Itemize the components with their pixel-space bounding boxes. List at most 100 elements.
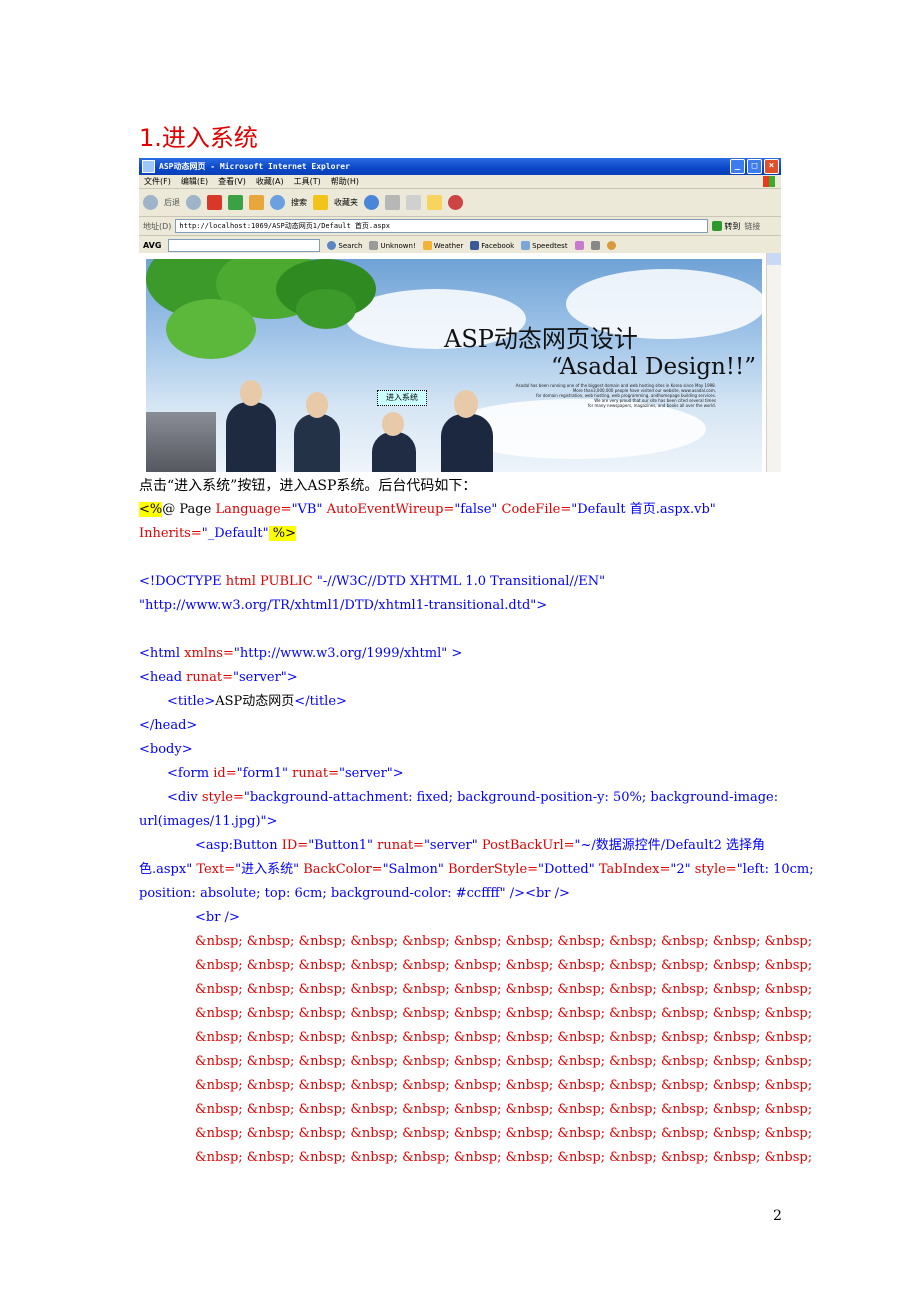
- avg-unknown-item[interactable]: Unknown!: [369, 241, 416, 250]
- avg-facebook-item[interactable]: Facebook: [470, 241, 514, 250]
- edit-icon[interactable]: [406, 195, 421, 210]
- links-label[interactable]: 链接: [744, 221, 760, 232]
- folder-icon[interactable]: [427, 195, 442, 210]
- code-line: <br />: [195, 910, 240, 925]
- banner-subtitle: “Asadal Design!!”: [551, 354, 757, 380]
- menu-tools[interactable]: 工具(T): [294, 176, 321, 187]
- address-label: 地址(D): [143, 221, 172, 231]
- code-line: <title>ASP动态网页</title>: [167, 694, 347, 709]
- avg-speedtest-item[interactable]: Speedtest: [521, 241, 568, 250]
- zoom-icon[interactable]: [606, 241, 616, 250]
- building-image: [146, 412, 216, 472]
- address-bar: 地址(D) http://localhost:1069/ASP动态网页1/Def…: [139, 217, 781, 236]
- tree-image: [146, 259, 386, 369]
- windows-flag-icon: [763, 176, 775, 187]
- page-number: 2: [773, 1208, 782, 1224]
- close-icon[interactable]: ×: [764, 159, 779, 174]
- nbsp-line: &nbsp; &nbsp; &nbsp; &nbsp; &nbsp; &nbsp…: [195, 1078, 813, 1093]
- nbsp-line: &nbsp; &nbsp; &nbsp; &nbsp; &nbsp; &nbsp…: [195, 1030, 813, 1045]
- refresh-icon[interactable]: [228, 195, 243, 210]
- speedtest-icon: [521, 241, 531, 250]
- code-line: <head runat="server">: [139, 670, 298, 685]
- maximize-icon[interactable]: □: [747, 159, 762, 174]
- minimize-icon[interactable]: _: [730, 159, 745, 174]
- menu-bar: 文件(F) 编辑(E) 查看(V) 收藏(A) 工具(T) 帮助(H): [139, 175, 781, 189]
- nbsp-line: &nbsp; &nbsp; &nbsp; &nbsp; &nbsp; &nbsp…: [195, 1006, 813, 1021]
- code-line: "http://www.w3.org/TR/xhtml1/DTD/xhtml1-…: [139, 598, 548, 613]
- menu-favorites[interactable]: 收藏(A): [256, 176, 284, 187]
- stop-icon[interactable]: [207, 195, 222, 210]
- favorites-icon[interactable]: [313, 195, 328, 210]
- media-icon[interactable]: [364, 195, 379, 210]
- avg-logo[interactable]: AVG: [143, 241, 161, 250]
- window-title: ASP动态网页 - Microsoft Internet Explorer: [159, 162, 350, 171]
- back-icon[interactable]: [143, 195, 158, 210]
- avg-weather-item[interactable]: Weather: [422, 241, 463, 250]
- home-icon[interactable]: [249, 195, 264, 210]
- avg-facebook-label: Facebook: [481, 241, 515, 250]
- code-line: <form id="form1" runat="server">: [167, 766, 404, 781]
- avg-search-input[interactable]: [168, 239, 321, 252]
- print-icon[interactable]: [385, 195, 400, 210]
- scroll-up-icon[interactable]: [767, 253, 781, 265]
- browser-screenshot: ASP动态网页 - Microsoft Internet Explorer _ …: [139, 158, 781, 472]
- banner-title: ASP动态网页设计: [444, 325, 638, 353]
- code-line: <%@ Page Language="VB" AutoEventWireup="…: [139, 502, 716, 517]
- student-3: [372, 432, 416, 472]
- favorites-label[interactable]: 收藏夹: [334, 197, 358, 208]
- go-button[interactable]: 转到: [712, 221, 740, 232]
- nbsp-line: &nbsp; &nbsp; &nbsp; &nbsp; &nbsp; &nbsp…: [195, 1102, 813, 1117]
- section-heading: 1.进入系统: [139, 124, 258, 152]
- intro-paragraph: 点击“进入系统”按钮，进入ASP系统。后台代码如下：: [139, 478, 477, 494]
- student-4: [441, 414, 493, 472]
- ie-icon: [142, 160, 155, 173]
- facebook-icon: [470, 241, 480, 250]
- code-line: 色.aspx" Text="进入系统" BackColor="Salmon" B…: [139, 862, 814, 877]
- code-line: <asp:Button ID="Button1" runat="server" …: [195, 838, 765, 853]
- go-arrow-icon: [712, 221, 723, 231]
- banner-blurb: Asadal has been running one of the bigge…: [515, 383, 716, 408]
- banner-image: ASP动态网页设计 “Asadal Design!!” Asadal has b…: [146, 259, 762, 472]
- nbsp-line: &nbsp; &nbsp; &nbsp; &nbsp; &nbsp; &nbsp…: [195, 1150, 813, 1165]
- student-2: [294, 414, 340, 472]
- list-icon[interactable]: [590, 241, 600, 250]
- code-line: </head>: [139, 718, 198, 733]
- code-line: <body>: [139, 742, 193, 757]
- avg-search-label: Search: [338, 241, 363, 250]
- shield-icon: [369, 241, 379, 250]
- search-icon[interactable]: [270, 195, 285, 210]
- messenger-icon[interactable]: [448, 195, 463, 210]
- enter-system-button[interactable]: 进入系统: [377, 390, 427, 406]
- nbsp-line: &nbsp; &nbsp; &nbsp; &nbsp; &nbsp; &nbsp…: [195, 982, 813, 997]
- avg-search-button[interactable]: Search: [327, 241, 362, 250]
- standard-toolbar: 后退 搜索 收藏夹: [139, 189, 781, 217]
- magnifier-icon: [327, 241, 337, 250]
- search-label[interactable]: 搜索: [291, 197, 307, 208]
- avg-unknown-label: Unknown!: [380, 241, 416, 250]
- pen-icon[interactable]: [574, 241, 584, 250]
- menu-edit[interactable]: 编辑(E): [181, 176, 208, 187]
- address-input[interactable]: http://localhost:1069/ASP动态网页1/Default 首…: [175, 219, 709, 233]
- window-titlebar: ASP动态网页 - Microsoft Internet Explorer _ …: [139, 158, 781, 175]
- student-1: [226, 402, 276, 472]
- weather-icon: [422, 241, 432, 250]
- forward-icon[interactable]: [186, 195, 201, 210]
- code-line: <div style="background-attachment: fixed…: [167, 790, 779, 805]
- menu-view[interactable]: 查看(V): [218, 176, 246, 187]
- nbsp-line: &nbsp; &nbsp; &nbsp; &nbsp; &nbsp; &nbsp…: [195, 1054, 813, 1069]
- nbsp-line: &nbsp; &nbsp; &nbsp; &nbsp; &nbsp; &nbsp…: [195, 1126, 813, 1141]
- nbsp-line: &nbsp; &nbsp; &nbsp; &nbsp; &nbsp; &nbsp…: [195, 958, 813, 973]
- menu-help[interactable]: 帮助(H): [331, 176, 359, 187]
- vertical-scrollbar[interactable]: [766, 253, 781, 472]
- page-viewport: ASP动态网页设计 “Asadal Design!!” Asadal has b…: [139, 253, 781, 472]
- menu-file[interactable]: 文件(F): [144, 176, 171, 187]
- code-line: position: absolute; top: 6cm; background…: [139, 886, 570, 901]
- code-line: url(images/11.jpg)">: [139, 814, 278, 829]
- avg-speedtest-label: Speedtest: [532, 241, 568, 250]
- nbsp-line: &nbsp; &nbsp; &nbsp; &nbsp; &nbsp; &nbsp…: [195, 934, 813, 949]
- code-line: <!DOCTYPE html PUBLIC "-//W3C//DTD XHTML…: [139, 574, 606, 589]
- back-label[interactable]: 后退: [164, 197, 180, 208]
- code-line: Inherits="_Default" %>: [139, 526, 297, 541]
- go-label: 转到: [724, 221, 741, 231]
- code-line: <html xmlns="http://www.w3.org/1999/xhtm…: [139, 646, 463, 661]
